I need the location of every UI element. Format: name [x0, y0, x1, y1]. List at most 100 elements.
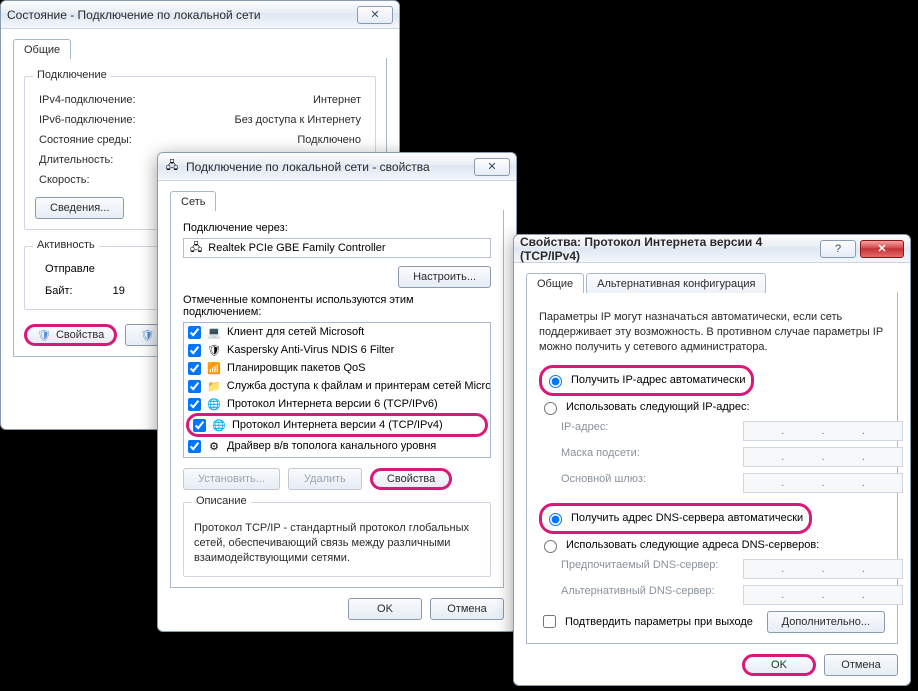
proto-icon: 🌐	[207, 397, 221, 411]
filter-icon: 🛡	[207, 343, 221, 357]
titlebar: Свойства: Протокол Интернета версии 4 (T…	[514, 235, 910, 263]
titlebar: Состояние - Подключение по локальной сет…	[1, 1, 399, 29]
tab-general[interactable]: Общие	[13, 39, 71, 59]
item-label: Служба доступа к файлам и принтерам сете…	[227, 380, 491, 392]
titlebar: 🖧 Подключение по локальной сети - свойст…	[158, 153, 516, 181]
components-label: Отмеченные компоненты используются этим …	[183, 294, 491, 318]
help-button[interactable]: ?	[820, 240, 856, 258]
window-title: Подключение по локальной сети - свойства	[186, 160, 470, 174]
radio-input[interactable]	[549, 513, 562, 526]
close-button[interactable]: ✕	[474, 158, 510, 176]
adapter-name: Realtek PCIe GBE Family Controller	[208, 242, 385, 254]
ip-manual-label: Использовать следующий IP-адрес:	[566, 401, 750, 413]
item-check[interactable]	[188, 440, 201, 453]
media-value: Подключено	[180, 131, 363, 149]
share-icon: 📁	[207, 379, 221, 393]
connect-using-label: Подключение через:	[183, 222, 491, 234]
dns-manual-label: Использовать следующие адреса DNS-сервер…	[566, 539, 819, 551]
dns-alt-field: ...	[743, 585, 903, 605]
list-item: 💻Клиент для сетей Microsoft	[184, 323, 490, 341]
list-item: 🌐 Протокол Интернета версии 6 (TCP/IPv6)	[184, 395, 490, 413]
gateway-label: Основной шлюз:	[561, 473, 731, 493]
confirm-on-exit-check[interactable]: Подтвердить параметры при выходе	[539, 612, 753, 631]
group-connection: Подключение	[33, 69, 111, 81]
ipv4-value: Интернет	[180, 91, 363, 109]
ok-button[interactable]: OK	[742, 654, 816, 676]
ipv6-label: IPv6-подключение:	[37, 111, 178, 129]
media-label: Состояние среды:	[37, 131, 178, 149]
item-check[interactable]	[188, 398, 201, 411]
description-legend: Описание	[192, 495, 251, 507]
dns-pref-label: Предпочитаемый DNS-сервер:	[561, 559, 731, 579]
item-label: Kaspersky Anti-Virus NDIS 6 Filter	[227, 344, 394, 356]
ip-auto-radio[interactable]: Получить IP-адрес автоматически	[544, 372, 745, 388]
shield-icon: 🛡	[140, 329, 154, 342]
shield-icon: 🛡	[37, 329, 51, 342]
configure-button[interactable]: Настроить...	[398, 266, 491, 288]
list-item: ⚙ Драйвер в/в тополога канального уровня	[184, 437, 490, 455]
qos-icon: 📶	[207, 361, 221, 375]
install-button[interactable]: Установить...	[183, 468, 280, 490]
bytes-sent: 19	[113, 285, 125, 297]
ip-manual-radio[interactable]: Использовать следующий IP-адрес:	[539, 399, 885, 415]
list-item: ⚙Ответчик обнаружения топологии канально…	[184, 455, 490, 458]
tab-network[interactable]: Сеть	[170, 191, 216, 211]
intro-text: Параметры IP могут назначаться автоматич…	[539, 310, 885, 355]
radio-input[interactable]	[549, 375, 562, 388]
description-text: Протокол TCP/IP - стандартный протокол г…	[194, 521, 480, 566]
window-title: Состояние - Подключение по локальной сет…	[7, 8, 353, 22]
item-label: Протокол Интернета версии 6 (TCP/IPv6)	[227, 398, 438, 410]
gateway-field: ...	[743, 473, 903, 493]
list-item-ipv4: 🌐 Протокол Интернета версии 4 (TCP/IPv4)	[186, 413, 488, 437]
item-label: Протокол Интернета версии 4 (TCP/IPv4)	[232, 419, 443, 431]
window-title: Свойства: Протокол Интернета версии 4 (T…	[520, 235, 816, 263]
details-button[interactable]: Сведения...	[35, 197, 124, 219]
properties-button[interactable]: 🛡 Свойства	[24, 324, 117, 346]
item-check[interactable]	[188, 362, 201, 375]
list-item: 📁 Служба доступа к файлам и принтерам сет…	[184, 377, 490, 395]
mask-label: Маска подсети:	[561, 447, 731, 467]
client-icon: 💻	[207, 325, 221, 339]
uninstall-button[interactable]: Удалить	[288, 468, 362, 490]
item-label: Драйвер в/в тополога канального уровня	[227, 440, 436, 452]
dns-alt-label: Альтернативный DNS-сервер:	[561, 585, 731, 605]
radio-input[interactable]	[544, 540, 557, 553]
list-item: 🛡 Kaspersky Anti-Virus NDIS 6 Filter	[184, 341, 490, 359]
item-check[interactable]	[188, 344, 201, 357]
close-button[interactable]: ✕	[357, 6, 393, 24]
ok-button[interactable]: OK	[348, 598, 422, 620]
advanced-button[interactable]: Дополнительно...	[767, 611, 885, 633]
properties-label: Свойства	[56, 329, 104, 341]
checkbox-input[interactable]	[543, 615, 556, 628]
cancel-button[interactable]: Отмена	[824, 654, 898, 676]
bytes-label: Байт:	[45, 285, 73, 297]
item-check[interactable]	[193, 419, 206, 432]
network-icon: 🖧	[164, 159, 180, 175]
sent-label: Отправле	[45, 263, 95, 275]
item-check[interactable]	[188, 326, 201, 339]
ip-address-label: IP-адрес:	[561, 421, 731, 441]
dns-pref-field: ...	[743, 559, 903, 579]
adapter-field: 🖧 Realtek PCIe GBE Family Controller	[183, 238, 491, 258]
confirm-label: Подтвердить параметры при выходе	[565, 616, 753, 628]
dns-auto-radio[interactable]: Получить адрес DNS-сервера автоматически	[544, 510, 803, 526]
mask-field: ...	[743, 447, 903, 467]
ipv4-label: IPv4-подключение:	[37, 91, 178, 109]
tab-general[interactable]: Общие	[526, 273, 584, 293]
dns-auto-label: Получить адрес DNS-сервера автоматически	[571, 512, 803, 524]
ip-address-field: ...	[743, 421, 903, 441]
components-list[interactable]: 💻Клиент для сетей Microsoft 🛡 Kaspersky A…	[183, 322, 491, 458]
item-check[interactable]	[188, 380, 201, 393]
radio-input[interactable]	[544, 402, 557, 415]
dns-manual-radio[interactable]: Использовать следующие адреса DNS-сервер…	[539, 537, 885, 553]
ip-auto-label: Получить IP-адрес автоматически	[571, 374, 745, 386]
group-activity: Активность	[33, 239, 99, 251]
close-button[interactable]: ✕	[860, 240, 904, 258]
driver-icon: ⚙	[207, 439, 221, 453]
proto-icon: 🌐	[212, 418, 226, 432]
tab-alt-config[interactable]: Альтернативная конфигурация	[586, 273, 766, 293]
responder-icon: ⚙	[207, 457, 217, 458]
component-properties-button[interactable]: Свойства	[370, 468, 452, 490]
item-check[interactable]	[188, 458, 201, 459]
cancel-button[interactable]: Отмена	[430, 598, 504, 620]
